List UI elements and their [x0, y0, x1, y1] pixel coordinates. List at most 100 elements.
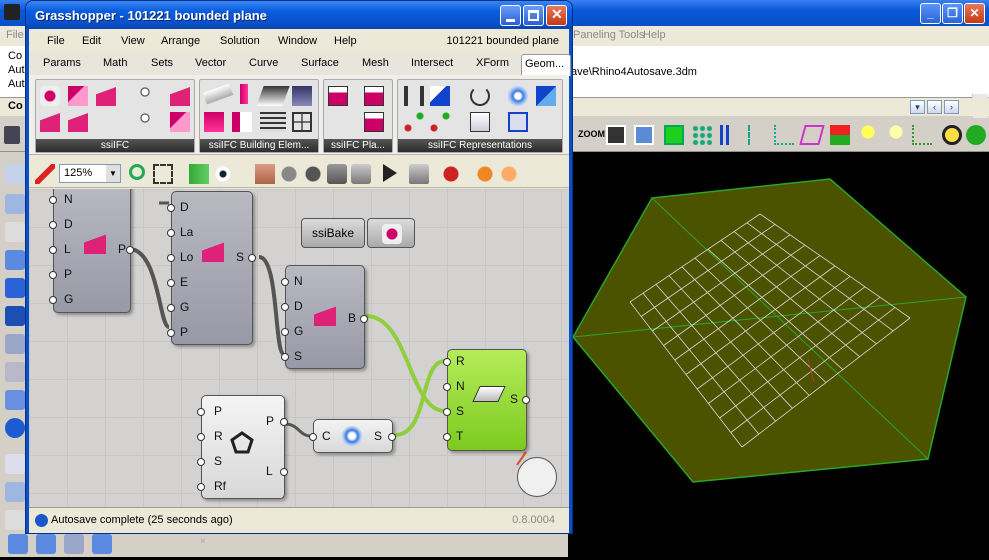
ifc-beam-icon[interactable]: [202, 83, 234, 105]
axis-icon[interactable]: [404, 112, 424, 132]
lock-icon[interactable]: [409, 164, 429, 184]
gh-component-ifc-2[interactable]: D La Lo E G P S: [167, 191, 256, 345]
select-window-icon[interactable]: [5, 194, 25, 214]
gh-component-polygon[interactable]: P R S Rf P L: [197, 395, 288, 499]
bulb-off-icon[interactable]: [886, 125, 906, 145]
cmd-prev-icon[interactable]: ‹: [927, 100, 942, 114]
curves-icon[interactable]: [720, 125, 740, 145]
ifc-covering-icon[interactable]: [292, 86, 312, 106]
port-connector[interactable]: [197, 458, 205, 466]
param-alt-icon[interactable]: [140, 112, 150, 132]
polygon-tool-icon[interactable]: [5, 278, 25, 298]
circle-icon[interactable]: [508, 86, 528, 106]
rhino-menu-paneling-tools[interactable]: Paneling Tools: [573, 29, 644, 41]
mirror-icon[interactable]: [404, 86, 424, 106]
port-connector[interactable]: [248, 254, 256, 262]
rotate-icon[interactable]: [8, 534, 28, 554]
port-connector[interactable]: [126, 246, 134, 254]
gh-menu-help[interactable]: Help: [334, 35, 357, 47]
ifc-local-placement-icon[interactable]: [364, 86, 384, 106]
viewport-icon[interactable]: [606, 125, 626, 145]
ifc-stair-icon[interactable]: [260, 112, 286, 132]
zoom-level-select[interactable]: 125% ▼: [59, 164, 121, 183]
ifc-site-icon[interactable]: [170, 86, 190, 106]
gh-component-circle[interactable]: C S: [309, 419, 396, 453]
delete-tool-icon[interactable]: [5, 510, 25, 530]
rhino-minimize-button[interactable]: _: [920, 3, 941, 24]
port-connector[interactable]: [197, 433, 205, 441]
tab-surface[interactable]: Surface: [301, 57, 339, 69]
port-connector[interactable]: [167, 204, 175, 212]
gh-menu-arrange[interactable]: Arrange: [161, 35, 200, 47]
node-tool-icon[interactable]: [5, 390, 25, 410]
viewport-alt-icon[interactable]: [634, 125, 654, 145]
port-connector[interactable]: [443, 433, 451, 441]
export-tool-icon[interactable]: [5, 454, 25, 474]
eye-icon[interactable]: [213, 164, 233, 184]
select-box-icon[interactable]: [5, 482, 25, 502]
gh-component-ifc-3[interactable]: N D G S B: [281, 265, 368, 369]
zoom-selection-icon[interactable]: [153, 164, 173, 184]
polyline-icon[interactable]: [774, 125, 794, 145]
edit-icon[interactable]: [430, 86, 450, 106]
rhino-close-button[interactable]: ✕: [964, 3, 985, 24]
ssibake-button[interactable]: ssiBake: [301, 218, 365, 248]
ifc-furniture-icon[interactable]: [204, 112, 224, 132]
shaded-icon[interactable]: [303, 164, 323, 184]
sketch-pen-icon[interactable]: [35, 164, 55, 184]
port-connector[interactable]: [167, 304, 175, 312]
tab-sets[interactable]: Sets: [151, 57, 173, 69]
rotate-alt-icon[interactable]: [36, 534, 56, 554]
port-connector[interactable]: [360, 315, 368, 323]
port-connector[interactable]: [167, 279, 175, 287]
layer-colors-icon[interactable]: [830, 125, 850, 145]
tab-xform[interactable]: XForm: [476, 57, 509, 69]
tab-params[interactable]: Params: [43, 57, 81, 69]
ifc-placement-icon[interactable]: [328, 86, 348, 106]
ifc-grid-placement-icon[interactable]: [364, 112, 384, 132]
connect-tool-icon[interactable]: [5, 334, 25, 354]
port-connector[interactable]: [49, 196, 57, 204]
preview-off-icon[interactable]: [327, 164, 347, 184]
rotate-icon[interactable]: [470, 86, 490, 106]
port-connector[interactable]: [167, 254, 175, 262]
preview-box-icon[interactable]: [255, 164, 275, 184]
rhino-maximize-button[interactable]: ❐: [942, 3, 963, 24]
surface-rep-icon[interactable]: [536, 86, 556, 106]
rotate-copy-icon[interactable]: [92, 534, 112, 554]
port-connector[interactable]: [281, 328, 289, 336]
port-connector[interactable]: [281, 303, 289, 311]
trash-icon[interactable]: [5, 222, 25, 242]
points-icon[interactable]: [64, 534, 84, 554]
port-connector[interactable]: [167, 229, 175, 237]
tab-geometry-active[interactable]: Geom...: [521, 54, 571, 76]
globe-icon[interactable]: [966, 125, 986, 145]
port-connector[interactable]: [167, 329, 175, 337]
port-connector[interactable]: [49, 221, 57, 229]
ifc-object-icon[interactable]: [40, 86, 60, 106]
tab-intersect[interactable]: Intersect: [411, 57, 453, 69]
ifc-wall-icon[interactable]: [68, 86, 88, 106]
port-connector[interactable]: [280, 468, 288, 476]
ifc-storey-icon[interactable]: [68, 112, 88, 132]
grid-points-icon[interactable]: [912, 125, 932, 145]
rhino-menu-help[interactable]: Help: [643, 29, 666, 41]
port-connector[interactable]: [443, 358, 451, 366]
gh-component-ifc-1[interactable]: N D L P G P: [49, 189, 134, 313]
rhino-viewport[interactable]: [568, 152, 989, 557]
port-connector[interactable]: [49, 246, 57, 254]
bake-icon[interactable]: [441, 164, 461, 184]
rhino-menu-file[interactable]: File: [6, 29, 24, 41]
port-connector[interactable]: [522, 396, 530, 404]
cmd-dropdown-icon[interactable]: ▾: [910, 100, 925, 114]
ifc-window-icon[interactable]: [292, 112, 312, 132]
port-connector[interactable]: [49, 271, 57, 279]
zoom-lens-icon[interactable]: [942, 125, 962, 145]
gh-maximize-button[interactable]: [523, 5, 544, 26]
gh-menu-edit[interactable]: Edit: [82, 35, 101, 47]
param-icon[interactable]: [140, 86, 150, 106]
tab-math[interactable]: Math: [103, 57, 127, 69]
points-icon[interactable]: [692, 125, 712, 145]
tab-curve[interactable]: Curve: [249, 57, 278, 69]
house-tool-icon[interactable]: [5, 306, 25, 326]
